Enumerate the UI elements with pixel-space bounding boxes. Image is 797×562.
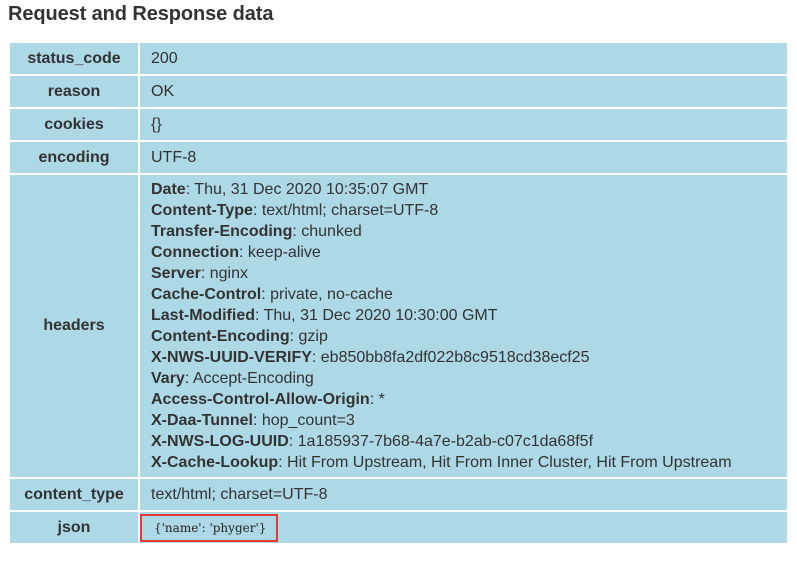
header-value: gzip [298,328,328,345]
header-value: hop_count=3 [261,412,355,429]
header-separator: : [288,433,298,450]
page: Request and Response data status_code 20… [0,0,797,562]
header-line: Content-Encoding: gzip [151,326,787,347]
header-value: chunked [301,223,362,240]
header-line: X-Cache-Lookup: Hit From Upstream, Hit F… [151,452,787,473]
response-table: status_code 200 reason OK cookies {} enc… [8,41,789,545]
table-row-encoding: encoding UTF-8 [10,142,787,173]
header-line: Content-Type: text/html; charset=UTF-8 [151,200,787,221]
header-separator: : [278,454,288,471]
header-separator: : [369,391,379,408]
header-value: 1a185937-7b68-4a7e-b2ab-c07c1da68f5f [297,433,594,450]
header-value: Thu, 31 Dec 2020 10:30:00 GMT [263,307,498,324]
header-line: Server: nginx [151,263,787,284]
header-separator: : [252,202,262,219]
header-line: Cache-Control: private, no-cache [151,284,787,305]
row-key-json: json [10,512,138,543]
page-title: Request and Response data [8,3,274,25]
header-value: nginx [209,265,248,282]
row-key-cookies: cookies [10,109,138,140]
header-name: Cache-Control [151,286,262,303]
header-name: Server [151,265,201,282]
header-separator: : [200,265,210,282]
header-separator: : [261,286,271,303]
header-separator: : [311,349,321,366]
table-row-reason: reason OK [10,76,787,107]
header-line: Connection: keep-alive [151,242,787,263]
header-line: Vary: Accept-Encoding [151,368,787,389]
header-line: Transfer-Encoding: chunked [151,221,787,242]
row-value-json: {'name': 'phyger'} [140,512,787,543]
header-separator: : [239,244,248,261]
header-value: Thu, 31 Dec 2020 10:35:07 GMT [194,181,429,198]
json-value-highlight: {'name': 'phyger'} [140,513,279,542]
row-value-encoding: UTF-8 [140,142,787,173]
header-separator: : [289,328,299,345]
header-name: Last-Modified [151,307,255,324]
header-name: X-Cache-Lookup [151,454,279,471]
row-value-reason: OK [140,76,787,107]
header-line: X-Daa-Tunnel: hop_count=3 [151,410,787,431]
header-separator: : [252,412,262,429]
header-separator: : [255,307,264,324]
row-key-encoding: encoding [10,142,138,173]
row-value-content-type: text/html; charset=UTF-8 [140,479,787,510]
table-row-cookies: cookies {} [10,109,787,140]
header-name: X-NWS-LOG-UUID [151,433,289,450]
header-name: Content-Encoding [151,328,290,345]
header-name: X-NWS-UUID-VERIFY [151,349,312,366]
header-line: Date: Thu, 31 Dec 2020 10:35:07 GMT [151,179,787,200]
header-name: Access-Control-Allow-Origin [151,391,370,408]
table-row-json: json {'name': 'phyger'} [10,512,787,543]
header-value: private, no-cache [270,286,393,303]
header-name: Vary [151,370,185,387]
header-separator: : [292,223,302,240]
header-line: Access-Control-Allow-Origin: * [151,389,787,410]
header-line: Last-Modified: Thu, 31 Dec 2020 10:30:00… [151,305,787,326]
row-value-status-code: 200 [140,43,787,74]
header-line: X-NWS-UUID-VERIFY: eb850bb8fa2df022b8c95… [151,347,787,368]
row-key-headers: headers [10,175,138,477]
row-value-headers: Date: Thu, 31 Dec 2020 10:35:07 GMT Conte… [140,175,787,477]
header-separator: : [184,370,193,387]
table-row-headers: headers Date: Thu, 31 Dec 2020 10:35:07 … [10,175,787,477]
headers-list: Date: Thu, 31 Dec 2020 10:35:07 GMT Conte… [151,179,787,473]
header-separator: : [185,181,195,198]
row-value-cookies: {} [140,109,787,140]
header-name: Transfer-Encoding [151,223,293,240]
header-name: X-Daa-Tunnel [151,412,253,429]
header-value: * [378,391,385,408]
header-name: Date [151,181,186,198]
row-key-status-code: status_code [10,43,138,74]
table-row-content-type: content_type text/html; charset=UTF-8 [10,479,787,510]
header-line: X-NWS-LOG-UUID: 1a185937-7b68-4a7e-b2ab-… [151,431,787,452]
header-name: Connection [151,244,239,261]
table-row-status-code: status_code 200 [10,43,787,74]
header-value: Hit From Upstream, Hit From Inner Cluste… [287,454,732,471]
header-value: eb850bb8fa2df022b8c9518cd38ecf25 [320,349,590,366]
header-name: Content-Type [151,202,253,219]
row-key-content-type: content_type [10,479,138,510]
header-value: text/html; charset=UTF-8 [261,202,439,219]
row-key-reason: reason [10,76,138,107]
header-value: keep-alive [247,244,321,261]
header-value: Accept-Encoding [192,370,314,387]
